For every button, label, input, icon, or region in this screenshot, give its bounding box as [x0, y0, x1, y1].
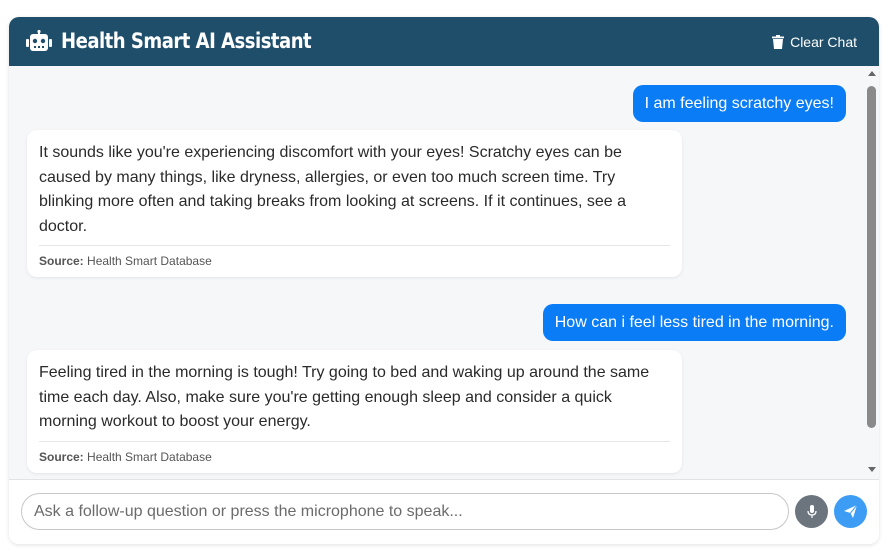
send-icon: [844, 505, 857, 518]
trash-icon: [772, 35, 785, 49]
chat-messages: I am feeling scratchy eyes! It sounds li…: [9, 66, 879, 479]
message-source: Source: Health Smart Database: [39, 440, 670, 464]
assistant-message: Feeling tired in the morning is tough! T…: [27, 350, 682, 473]
message-input[interactable]: [21, 493, 789, 530]
assistant-message-text: It sounds like you're experiencing disco…: [39, 144, 626, 235]
chat-header: Health Smart AI Assistant Clear Chat: [9, 17, 879, 66]
scroll-up-arrow-icon[interactable]: [868, 71, 876, 76]
user-message: I am feeling scratchy eyes!: [632, 85, 846, 122]
chat-input-bar: [9, 479, 879, 544]
scroll-down-arrow-icon[interactable]: [868, 467, 876, 472]
chat-scrollbar[interactable]: [865, 66, 879, 479]
chat-window: Health Smart AI Assistant Clear Chat I a…: [9, 17, 879, 544]
clear-chat-button[interactable]: Clear Chat: [772, 32, 857, 52]
robot-icon: [26, 30, 52, 51]
message-source: Source: Health Smart Database: [39, 245, 670, 268]
send-button[interactable]: [834, 495, 867, 528]
microphone-button[interactable]: [795, 495, 828, 528]
page-title: Health Smart AI Assistant: [61, 29, 312, 53]
assistant-message: It sounds like you're experiencing disco…: [27, 130, 682, 277]
microphone-icon: [806, 505, 817, 518]
scrollbar-thumb[interactable]: [867, 86, 876, 428]
clear-chat-label: Clear Chat: [790, 34, 857, 50]
user-message: How can i feel less tired in the morning…: [542, 304, 846, 341]
assistant-message-text: Feeling tired in the morning is tough! T…: [39, 364, 650, 430]
